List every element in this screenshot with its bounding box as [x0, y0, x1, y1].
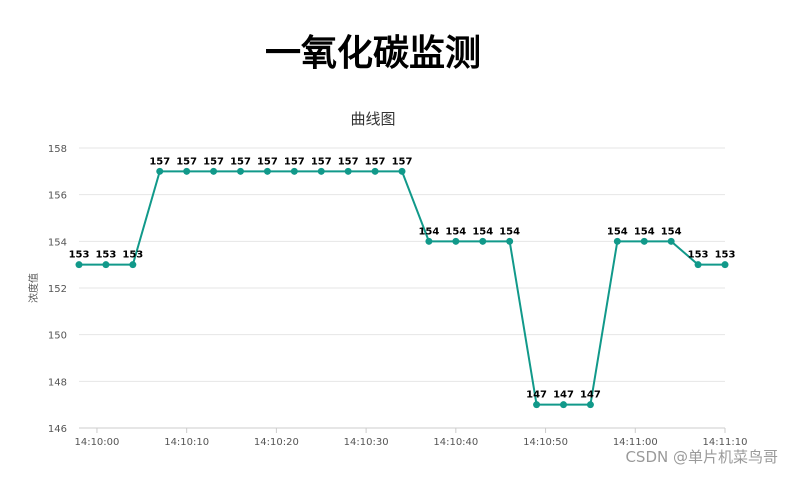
line-chart: 146148150152154156158 14:10:00 14:10:10 14…	[27, 144, 747, 448]
data-label: 154	[499, 226, 520, 237]
data-point	[344, 167, 352, 175]
data-label: 153	[95, 250, 116, 261]
data-label: 157	[176, 156, 197, 167]
data-label: 154	[418, 226, 439, 237]
data-label: 153	[122, 250, 143, 261]
y-tick-label: 148	[48, 377, 67, 388]
data-point	[533, 401, 541, 409]
data-label: 147	[580, 390, 601, 401]
data-point	[506, 237, 514, 245]
data-point	[586, 401, 594, 409]
data-point	[102, 261, 110, 269]
data-label: 154	[634, 226, 655, 237]
data-point	[398, 167, 406, 175]
watermark: CSDN @单片机菜鸟哥	[625, 448, 778, 466]
data-label: 157	[149, 156, 170, 167]
data-label: 147	[553, 390, 574, 401]
data-label: 153	[715, 250, 736, 261]
data-point	[129, 261, 137, 269]
y-tick-label: 146	[48, 424, 67, 435]
data-point	[290, 167, 298, 175]
data-point	[694, 261, 702, 269]
data-point	[667, 237, 675, 245]
y-tick-label: 158	[48, 144, 67, 155]
y-axis-label: 浓度值	[27, 273, 40, 303]
x-tick-label: 14:10:40	[433, 437, 478, 448]
data-label: 153	[688, 250, 709, 261]
data-label: 157	[284, 156, 305, 167]
data-label: 157	[311, 156, 332, 167]
data-label: 157	[365, 156, 386, 167]
x-tick-label: 14:10:30	[344, 437, 389, 448]
x-tick-labels: 14:10:00 14:10:10 14:10:20 14:10:30 14:10:40…	[74, 428, 747, 448]
data-point	[263, 167, 271, 175]
data-label: 154	[472, 226, 493, 237]
data-point	[721, 261, 729, 269]
data-point	[613, 237, 621, 245]
y-tick-labels: 146 148 150 152 154 156 158	[48, 144, 67, 435]
y-tick-label: 152	[48, 284, 67, 295]
y-tick-label: 156	[48, 191, 67, 202]
data-label-group: 153 153 153 157 157 157 157 157 157 157 157 157 157 1…	[69, 156, 736, 400]
data-label: 157	[392, 156, 413, 167]
data-label: 147	[526, 390, 547, 401]
data-label: 157	[230, 156, 251, 167]
y-tick-label: 154	[48, 237, 67, 248]
data-label: 157	[338, 156, 359, 167]
data-point	[425, 237, 433, 245]
data-point	[479, 237, 487, 245]
grid-lines	[79, 147, 725, 382]
data-point	[237, 167, 244, 175]
data-label: 153	[69, 250, 90, 261]
data-point	[317, 167, 325, 175]
data-point	[371, 167, 379, 175]
data-point	[452, 237, 460, 245]
data-point	[640, 237, 648, 245]
data-point	[560, 401, 567, 409]
data-point	[156, 167, 164, 175]
data-label: 157	[203, 156, 224, 167]
data-point	[183, 167, 191, 175]
data-label: 154	[445, 226, 466, 237]
data-point	[75, 261, 83, 269]
data-label: 154	[661, 226, 682, 237]
x-tick-label: 14:10:00	[74, 437, 119, 448]
x-tick-label: 14:10:20	[254, 437, 299, 448]
data-label: 154	[607, 226, 628, 237]
x-tick-label: 14:10:50	[523, 437, 568, 448]
x-tick-label: 14:10:10	[164, 437, 209, 448]
data-label: 157	[257, 156, 278, 167]
data-point	[210, 167, 218, 175]
y-tick-label: 150	[48, 331, 67, 342]
